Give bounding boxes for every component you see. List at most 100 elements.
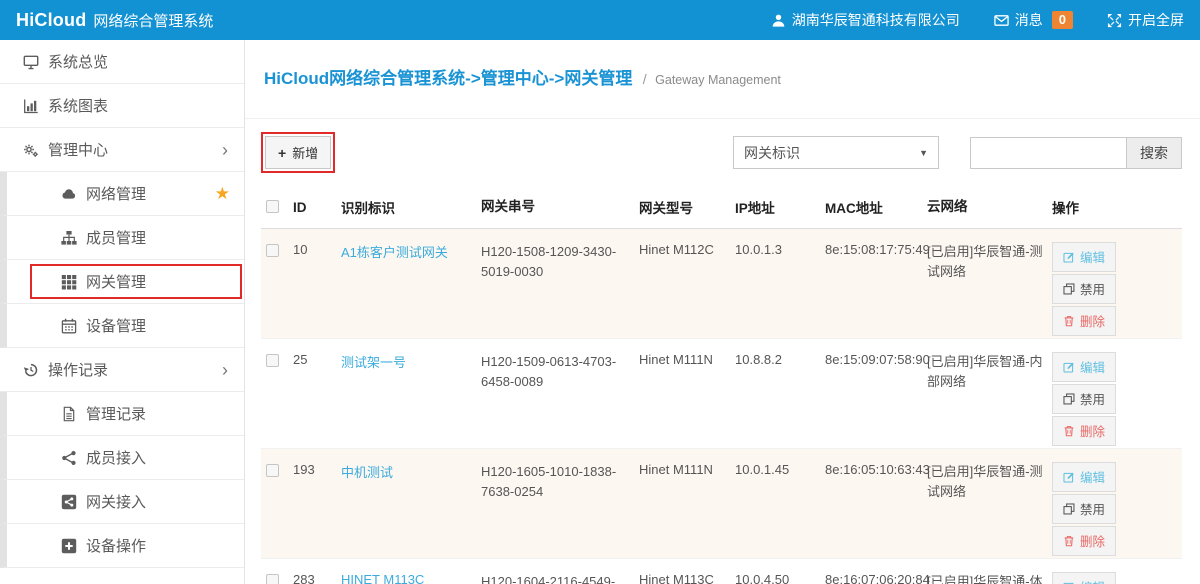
- column-header: ID: [293, 200, 341, 215]
- grid-icon: [59, 274, 78, 290]
- sidebar-item-gateway-management[interactable]: 网关管理: [0, 260, 244, 304]
- add-button-label: 新增: [292, 143, 318, 162]
- select-all-checkbox[interactable]: [266, 200, 279, 213]
- chevron-right-icon: ›: [222, 361, 228, 379]
- share-square-icon: [59, 494, 78, 510]
- trash-icon: [1063, 535, 1075, 547]
- edit-button[interactable]: 编辑: [1052, 352, 1116, 382]
- sidebar-item-management-center[interactable]: 管理中心›: [0, 128, 244, 172]
- message-count-badge: 0: [1052, 11, 1073, 29]
- cell-mac: 8e:15:08:17:75:49: [825, 242, 927, 257]
- cell-ip: 10.0.1.3: [735, 242, 825, 257]
- sidebar-item-label: 网关接入: [86, 491, 230, 512]
- desktop-icon: [21, 54, 40, 70]
- filter-select[interactable]: 网关标识 ▼: [733, 136, 939, 169]
- cell-cloud-network: [已启用]华辰智通-内部网络: [927, 352, 1052, 392]
- sidebar-item-member-management[interactable]: 成员管理: [0, 216, 244, 260]
- cell-mac: 8e:16:07:06:20:84: [825, 572, 927, 584]
- envelope-icon: [994, 13, 1009, 28]
- cell-cloud-network: [已启用]华辰智通-测试网络: [927, 242, 1052, 282]
- share-icon: [59, 450, 78, 466]
- calendar-icon: [59, 318, 78, 334]
- table-row: 193中机测试H120-1605-1010-1838-7638-0254Hine…: [261, 449, 1182, 559]
- column-header: 网关串号: [481, 197, 639, 217]
- brand-name: HiCloud: [16, 10, 86, 31]
- gateway-name-link[interactable]: A1栋客户测试网关: [341, 245, 448, 260]
- add-button[interactable]: + 新增: [265, 136, 331, 169]
- delete-button[interactable]: 删除: [1052, 526, 1116, 556]
- bar-chart-icon: [21, 98, 40, 114]
- topbar-menu: 湖南华辰智通科技有限公司 消息 0 开启全屏: [771, 10, 1184, 30]
- user-icon: [771, 13, 786, 28]
- cell-model: Hinet M111N: [639, 352, 735, 367]
- sidebar-item-label: 管理记录: [86, 403, 230, 424]
- edit-button[interactable]: 编辑: [1052, 462, 1116, 492]
- row-checkbox[interactable]: [266, 464, 279, 477]
- fullscreen-label: 开启全屏: [1128, 10, 1184, 30]
- breadcrumb: HiCloud网络综合管理系统->管理中心->网关管理 / Gateway Ma…: [245, 40, 1200, 119]
- cell-actions: 编辑禁用删除: [1052, 572, 1182, 584]
- gateway-name-link[interactable]: 中机测试: [341, 465, 393, 480]
- delete-button[interactable]: 删除: [1052, 306, 1116, 336]
- sidebar-item-member-access[interactable]: 成员接入: [0, 436, 244, 480]
- annotation-box-add: + 新增: [261, 132, 335, 173]
- sidebar-item-system-charts[interactable]: 系统图表: [0, 84, 244, 128]
- column-header: 网关型号: [639, 197, 735, 217]
- table-row: 25测试架一号H120-1509-0613-4703-6458-0089Hine…: [261, 339, 1182, 449]
- cell-id: 193: [293, 462, 341, 477]
- fullscreen-button[interactable]: 开启全屏: [1107, 10, 1184, 30]
- sidebar-item-gateway-access[interactable]: 网关接入: [0, 480, 244, 524]
- messages-menu[interactable]: 消息 0: [994, 10, 1073, 30]
- edit-icon: [1063, 471, 1075, 483]
- cell-mac: 8e:16:05:10:63:43: [825, 462, 927, 477]
- cell-ip: 10.0.1.45: [735, 462, 825, 477]
- row-checkbox[interactable]: [266, 574, 279, 584]
- app-logo[interactable]: HiCloud 网络综合管理系统: [16, 10, 213, 31]
- sidebar-item-label: 系统总览: [48, 51, 230, 72]
- gateway-name-link[interactable]: HINET M113C: [341, 572, 424, 584]
- row-checkbox[interactable]: [266, 244, 279, 257]
- clone-icon: [1063, 503, 1075, 515]
- disable-button[interactable]: 禁用: [1052, 274, 1116, 304]
- gateway-name-link[interactable]: 测试架一号: [341, 355, 406, 370]
- history-icon: [21, 362, 40, 378]
- sidebar-item-device-operations[interactable]: 设备操作: [0, 524, 244, 568]
- sidebar-item-label: 设备操作: [86, 535, 230, 556]
- cell-actions: 编辑禁用删除: [1052, 352, 1182, 448]
- cell-model: Hinet M112C: [639, 242, 735, 257]
- delete-button[interactable]: 删除: [1052, 416, 1116, 446]
- sitemap-icon: [59, 230, 78, 246]
- column-header: 操作: [1052, 197, 1182, 217]
- sidebar-item-management-records[interactable]: 管理记录: [0, 392, 244, 436]
- cell-ip: 10.0.4.50: [735, 572, 825, 584]
- app-window: HiCloud 网络综合管理系统 湖南华辰智通科技有限公司 消息 0: [0, 0, 1200, 584]
- disable-button[interactable]: 禁用: [1052, 384, 1116, 414]
- sidebar: 系统总览系统图表管理中心›网络管理★成员管理网关管理设备管理操作记录› 管理记录成…: [0, 40, 245, 584]
- edit-button[interactable]: 编辑: [1052, 242, 1116, 272]
- sidebar-item-device-management[interactable]: 设备管理: [0, 304, 244, 348]
- cell-serial: H120-1604-2116-4549-6166-0234: [481, 572, 639, 584]
- main-content: HiCloud网络综合管理系统->管理中心->网关管理 / Gateway Ma…: [245, 40, 1200, 584]
- sidebar-item-label: 网关管理: [86, 271, 230, 292]
- cell-id: 283: [293, 572, 341, 584]
- disable-button[interactable]: 禁用: [1052, 494, 1116, 524]
- row-checkbox[interactable]: [266, 354, 279, 367]
- column-header: 云网络: [927, 197, 1052, 217]
- cell-actions: 编辑禁用删除: [1052, 462, 1182, 558]
- gears-icon: [21, 142, 40, 158]
- cell-cloud-network: [已启用]华辰智通-测试网络: [927, 462, 1052, 502]
- sidebar-item-operation-records[interactable]: 操作记录›: [0, 348, 244, 392]
- breadcrumb-separator: /: [643, 71, 647, 87]
- search-button[interactable]: 搜索: [1126, 137, 1182, 169]
- sidebar-item-network-management[interactable]: 网络管理★: [0, 172, 244, 216]
- chevron-right-icon: ›: [222, 141, 228, 159]
- edit-button[interactable]: 编辑: [1052, 572, 1116, 584]
- sidebar-item-system-overview[interactable]: 系统总览: [0, 40, 244, 84]
- filter-select-value: 网关标识: [744, 143, 800, 163]
- gateway-table: ID识别标识网关串号网关型号IP地址MAC地址云网络操作 10A1栋客户测试网关…: [261, 187, 1182, 584]
- search-input[interactable]: [970, 137, 1127, 169]
- trash-icon: [1063, 315, 1075, 327]
- account-menu[interactable]: 湖南华辰智通科技有限公司: [771, 10, 960, 30]
- caret-down-icon: ▼: [919, 148, 928, 158]
- sidebar-item-label: 网络管理: [86, 183, 215, 204]
